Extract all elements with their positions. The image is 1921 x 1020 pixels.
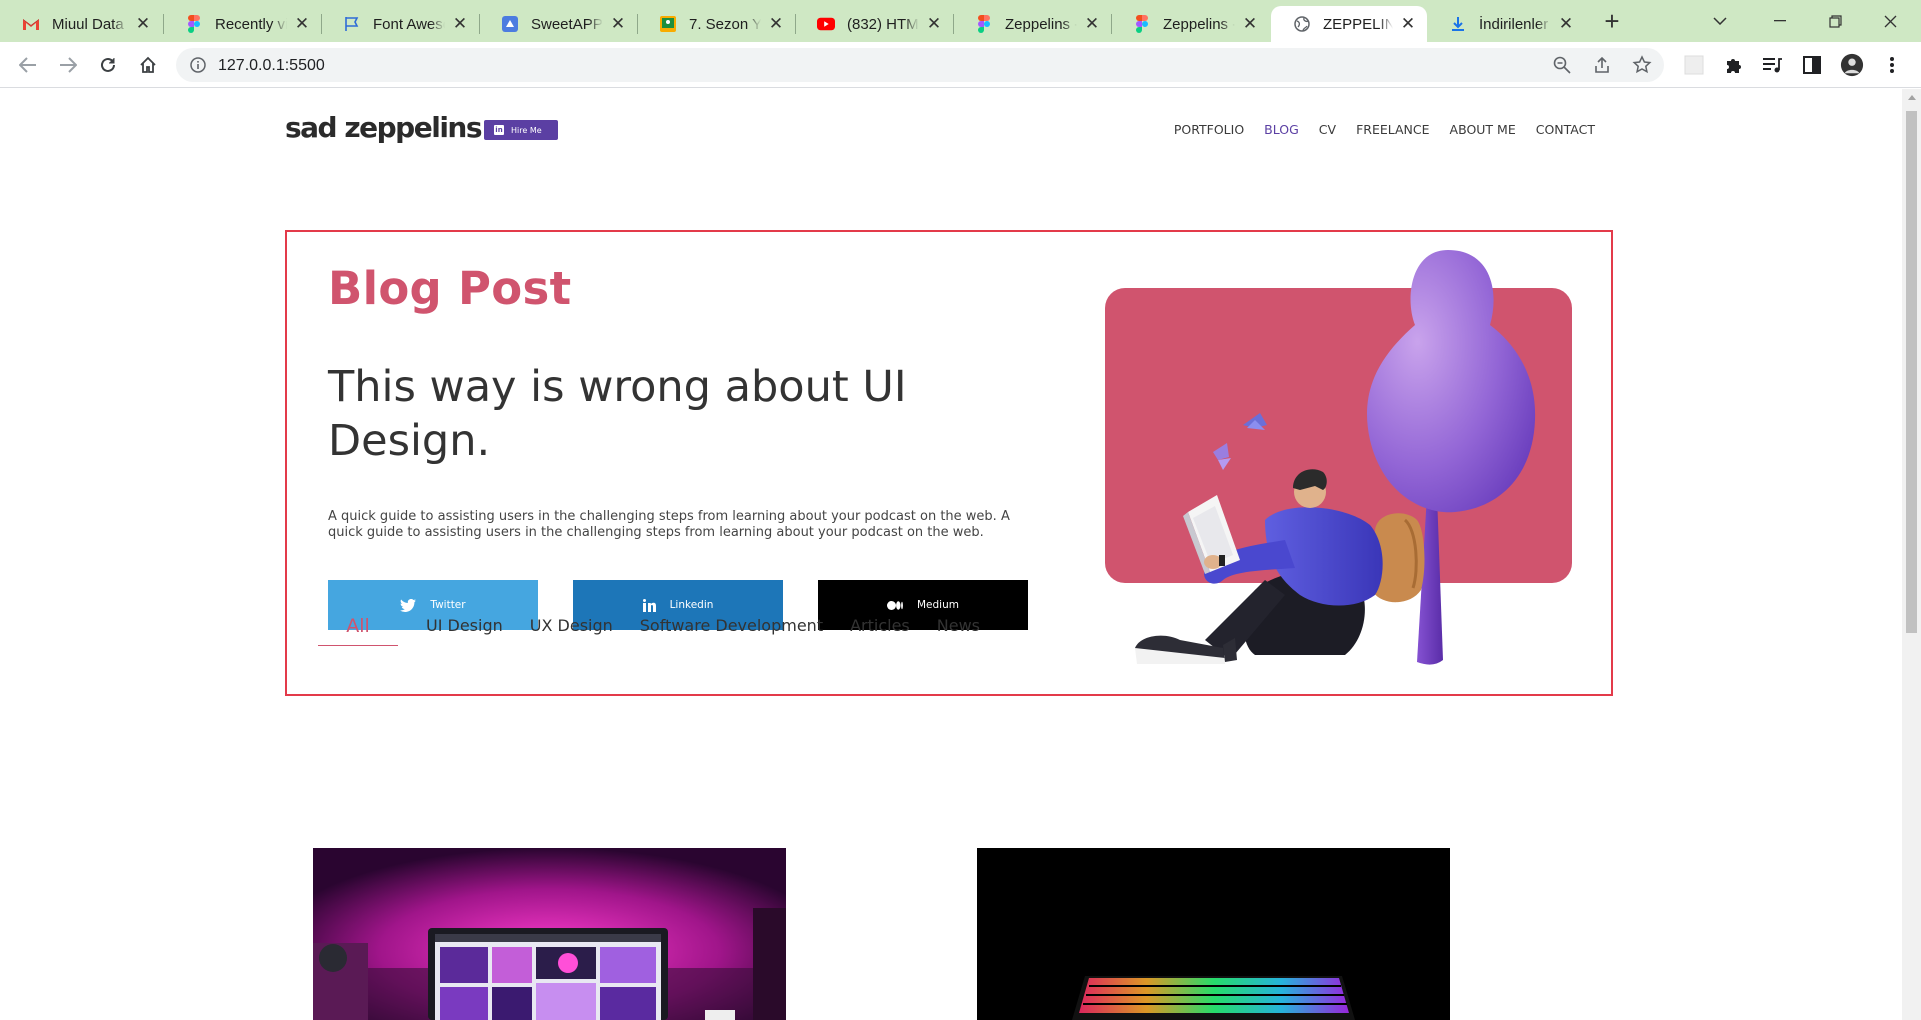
extension-placeholder-icon[interactable] [1682, 53, 1706, 77]
hire-me-button[interactable]: in Hire Me [484, 120, 558, 140]
rgb-laptop-image [977, 848, 1450, 1020]
close-icon[interactable]: ✕ [1557, 15, 1575, 33]
share-icon[interactable] [1590, 53, 1614, 77]
twitter-icon [400, 598, 417, 612]
sweetapp-icon [501, 15, 519, 33]
main-nav: PORTFOLIO BLOG CV FREELANCE ABOUT ME CON… [1174, 122, 1595, 137]
tab-youtube[interactable]: (832) HTML ✕ [795, 6, 953, 42]
tab-search-chevron-icon[interactable] [1700, 4, 1740, 38]
linkedin-icon [642, 598, 656, 612]
side-panel-icon[interactable] [1800, 53, 1824, 77]
filter-articles[interactable]: Articles [850, 615, 910, 635]
extensions-puzzle-icon[interactable] [1722, 53, 1746, 77]
nav-freelance[interactable]: FREELANCE [1356, 122, 1429, 137]
home-button[interactable] [132, 49, 164, 81]
close-icon[interactable]: ✕ [1083, 15, 1101, 33]
blog-card-image-2[interactable] [977, 848, 1450, 1020]
close-icon[interactable]: ✕ [925, 15, 943, 33]
filter-news[interactable]: News [937, 615, 980, 635]
close-icon[interactable]: ✕ [451, 15, 469, 33]
tab-zeppelins-active[interactable]: ZEPPELINS ✕ [1271, 6, 1427, 42]
nav-portfolio[interactable]: PORTFOLIO [1174, 122, 1244, 137]
info-icon[interactable] [186, 53, 210, 77]
figma-icon [1133, 15, 1151, 33]
minimize-button[interactable] [1760, 4, 1800, 38]
scroll-up-arrow-icon[interactable] [1908, 95, 1916, 100]
nav-contact[interactable]: CONTACT [1536, 122, 1595, 137]
hero-eyebrow: Blog Post [328, 262, 572, 315]
browser-toolbar: 127.0.0.1:5500 [0, 42, 1921, 88]
flag-icon [343, 15, 361, 33]
browser-tab-bar: Miuul Data ✕ Recently vie ✕ Font Aweso ✕… [0, 0, 1921, 42]
back-button[interactable] [12, 49, 44, 81]
linkedin-label: Linkedin [669, 599, 714, 611]
tab-downloads[interactable]: İndirilenler ✕ [1427, 6, 1585, 42]
pink-desk-setup-image [313, 848, 786, 1020]
category-filters: All UI Design UX Design Software Develop… [318, 615, 1007, 655]
close-icon[interactable]: ✕ [1399, 15, 1417, 33]
hero-title: This way is wrong about UI Design. [328, 362, 907, 466]
filter-ui-design[interactable]: UI Design [426, 615, 503, 635]
twitter-label: Twitter [430, 599, 466, 611]
hero-illustration [1105, 250, 1572, 665]
close-icon[interactable]: ✕ [1241, 15, 1259, 33]
close-icon[interactable]: ✕ [609, 15, 627, 33]
zoom-icon[interactable] [1550, 53, 1574, 77]
vertical-scrollbar[interactable] [1902, 89, 1921, 1020]
profile-avatar[interactable] [1840, 53, 1864, 77]
media-queue-icon[interactable] [1760, 53, 1784, 77]
new-tab-button[interactable]: + [1592, 4, 1632, 38]
scrollbar-thumb[interactable] [1906, 111, 1917, 633]
tab-recently-viewed[interactable]: Recently vie ✕ [163, 6, 321, 42]
youtube-icon [817, 15, 835, 33]
globe-icon [1293, 15, 1311, 33]
chrome-menu-icon[interactable] [1880, 53, 1904, 77]
figma-icon [185, 15, 203, 33]
tab-zeppelins-2[interactable]: Zeppelins - ✕ [1111, 6, 1269, 42]
tab-classroom[interactable]: 7. Sezon Ye ✕ [637, 6, 795, 42]
tab-miuul[interactable]: Miuul Data ✕ [0, 6, 162, 42]
tab-sweetapp[interactable]: SweetAPP | ✕ [479, 6, 637, 42]
restore-button[interactable] [1815, 4, 1855, 38]
nav-blog[interactable]: BLOG [1264, 122, 1299, 137]
medium-label: Medium [917, 599, 959, 611]
linkedin-icon: in [494, 125, 504, 135]
bookmark-star-icon[interactable] [1630, 53, 1654, 77]
reload-button[interactable] [92, 49, 124, 81]
hire-me-label: Hire Me [511, 125, 542, 135]
close-icon[interactable]: ✕ [767, 15, 785, 33]
gmail-icon [22, 15, 40, 33]
medium-icon [887, 600, 903, 610]
blog-card-image-1[interactable] [313, 848, 786, 1020]
hero-description: A quick guide to assisting users in the … [328, 509, 1010, 540]
nav-about-me[interactable]: ABOUT ME [1450, 122, 1516, 137]
url-text: 127.0.0.1:5500 [218, 57, 325, 74]
filter-ux-design[interactable]: UX Design [530, 615, 613, 635]
close-icon[interactable]: ✕ [293, 15, 311, 33]
close-icon[interactable]: ✕ [134, 15, 152, 33]
address-bar[interactable]: 127.0.0.1:5500 [176, 48, 1664, 82]
nav-cv[interactable]: CV [1319, 122, 1336, 137]
forward-button[interactable] [52, 49, 84, 81]
tab-zeppelins-1[interactable]: Zeppelins - ✕ [953, 6, 1111, 42]
site-logo[interactable]: sad zeppelins [285, 111, 483, 144]
download-icon [1449, 15, 1467, 33]
classroom-icon [659, 15, 677, 33]
tab-font-awesome[interactable]: Font Aweso ✕ [321, 6, 479, 42]
close-window-button[interactable] [1870, 4, 1910, 38]
web-page: sad zeppelins in Hire Me PORTFOLIO BLOG … [0, 89, 1902, 1020]
filter-all[interactable]: All [318, 615, 398, 646]
filter-software-development[interactable]: Software Development [640, 615, 823, 635]
figma-icon [975, 15, 993, 33]
